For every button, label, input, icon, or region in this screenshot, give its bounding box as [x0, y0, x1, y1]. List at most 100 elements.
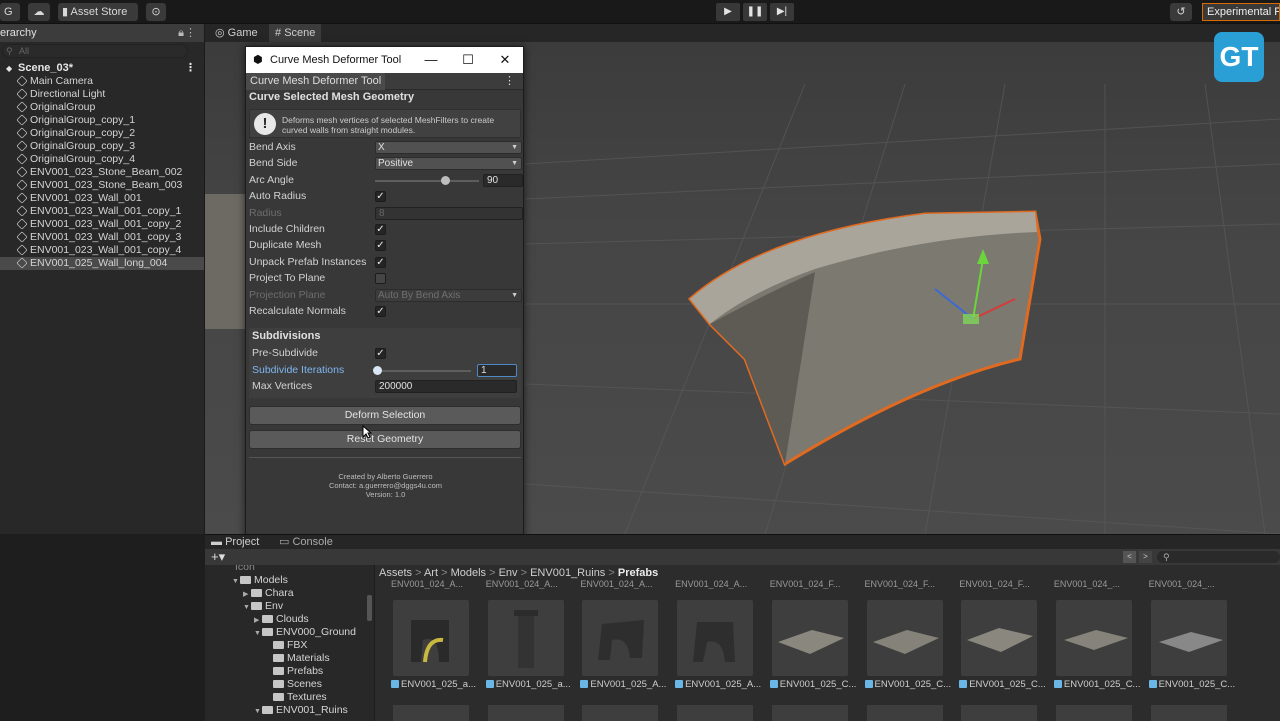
- asset-thumbnail[interactable]: [1055, 600, 1132, 676]
- include-children-checkbox[interactable]: ✓: [375, 224, 386, 235]
- more-menu-icon[interactable]: ⋮: [185, 24, 196, 42]
- breadcrumb-item[interactable]: Env: [499, 567, 518, 579]
- step-button[interactable]: ▶|: [770, 3, 794, 21]
- tab-menu-icon[interactable]: ⋮: [500, 73, 519, 90]
- recalc-normals-checkbox[interactable]: ✓: [375, 306, 386, 317]
- hierarchy-search-input[interactable]: ⚲ All: [2, 44, 188, 58]
- asset-thumbnail[interactable]: [961, 705, 1038, 721]
- breadcrumb-item[interactable]: Assets: [379, 567, 412, 579]
- tree-item[interactable]: Prefabs: [265, 665, 323, 678]
- minimize-button[interactable]: —: [412, 47, 450, 73]
- arc-angle-slider-knob[interactable]: [441, 176, 450, 185]
- tree-scrollbar[interactable]: [367, 595, 372, 621]
- radius-field[interactable]: 8: [375, 207, 523, 220]
- asset-label[interactable]: ENV001_025_a...: [485, 679, 572, 690]
- history-icon[interactable]: ↺: [1170, 3, 1192, 21]
- asset-label[interactable]: ENV001_024_F...: [959, 579, 1045, 589]
- asset-thumbnail[interactable]: [582, 705, 659, 721]
- settings-icon[interactable]: ⊙: [146, 3, 166, 21]
- arc-angle-field[interactable]: 90: [483, 174, 523, 187]
- tree-item-icon-folder[interactable]: Icon: [235, 565, 255, 574]
- tree-item[interactable]: ▼ Models: [232, 574, 288, 587]
- reset-geometry-button[interactable]: Reset Geometry: [249, 430, 521, 449]
- tab-scene[interactable]: # Scene: [269, 24, 322, 42]
- pre-subdivide-checkbox[interactable]: ✓: [375, 348, 386, 359]
- hierarchy-tab[interactable]: erarchy 🔒︎ ⋮: [0, 24, 204, 42]
- window-titlebar[interactable]: ⬢ Curve Mesh Deformer Tool — ☐ ✕: [246, 47, 523, 73]
- tab-game[interactable]: ◎ Game: [209, 24, 264, 42]
- expand-arrow-icon[interactable]: ▼: [254, 705, 262, 718]
- asset-label[interactable]: ENV001_025_C...: [769, 679, 856, 690]
- asset-label[interactable]: ENV001_025_C...: [864, 679, 951, 690]
- asset-thumbnail[interactable]: [677, 600, 754, 676]
- hierarchy-item[interactable]: OriginalGroup_copy_1: [0, 114, 204, 127]
- max-vertices-field[interactable]: 200000: [375, 380, 517, 393]
- projection-plane-dropdown[interactable]: Auto By Bend Axis ▼: [375, 289, 522, 302]
- bend-side-dropdown[interactable]: Positive ▼: [375, 157, 522, 170]
- subdivide-iterations-slider-track[interactable]: [375, 370, 471, 372]
- asset-thumbnail[interactable]: [393, 600, 469, 676]
- hierarchy-item[interactable]: ENV001_023_Wall_001_copy_2: [0, 218, 204, 231]
- tree-item[interactable]: ▼ Env: [243, 600, 283, 613]
- subdivide-iterations-field[interactable]: 1: [477, 364, 517, 377]
- asset-thumbnail[interactable]: [582, 600, 659, 676]
- asset-label[interactable]: ENV001_025_C...: [1053, 679, 1140, 690]
- asset-store-button[interactable]: ▮ Asset Store ▾: [58, 3, 138, 36]
- subdivide-iterations-slider-knob[interactable]: [373, 366, 382, 375]
- asset-thumbnail[interactable]: [393, 705, 469, 721]
- bend-axis-dropdown[interactable]: X ▼: [375, 141, 522, 154]
- scene-menu-icon[interactable]: ⋮: [185, 62, 196, 75]
- tree-item[interactable]: FBX: [265, 639, 307, 652]
- tree-item[interactable]: Scenes: [265, 678, 322, 691]
- hierarchy-item[interactable]: OriginalGroup_copy_2: [0, 127, 204, 140]
- hierarchy-item[interactable]: ENV001_023_Stone_Beam_002: [0, 166, 204, 179]
- expand-arrow-icon[interactable]: ▼: [254, 627, 262, 640]
- asset-label[interactable]: ENV001_024_A...: [391, 579, 477, 589]
- back-button[interactable]: <: [1123, 551, 1136, 563]
- asset-label[interactable]: ENV001_024_F...: [770, 579, 856, 589]
- scene-root-row[interactable]: ◆ Scene_03* ⋮: [0, 62, 204, 75]
- hierarchy-item[interactable]: ENV001_025_Wall_long_004: [0, 257, 204, 270]
- expand-arrow-icon[interactable]: ▼: [232, 575, 240, 588]
- tree-item[interactable]: ▼ ENV000_Ground: [254, 626, 356, 639]
- asset-label[interactable]: ENV001_024_A...: [675, 579, 761, 589]
- project-to-plane-checkbox[interactable]: [375, 273, 386, 284]
- asset-label[interactable]: ENV001_024_A...: [486, 579, 572, 589]
- asset-thumbnail[interactable]: [1150, 705, 1227, 721]
- tree-item[interactable]: ▶ Chara: [243, 587, 294, 600]
- lock-icon[interactable]: 🔒︎: [178, 24, 184, 42]
- asset-thumbnail[interactable]: [487, 705, 564, 721]
- asset-thumbnail[interactable]: [866, 705, 943, 721]
- unpack-prefab-checkbox[interactable]: ✓: [375, 257, 386, 268]
- tab-console[interactable]: ▭ Console: [279, 535, 333, 549]
- forward-button[interactable]: >: [1139, 551, 1152, 563]
- breadcrumb-item[interactable]: Art: [424, 567, 438, 579]
- hierarchy-item[interactable]: Main Camera: [0, 75, 204, 88]
- asset-thumbnail[interactable]: [961, 600, 1038, 676]
- asset-thumbnail[interactable]: [487, 600, 564, 676]
- asset-label[interactable]: ENV001_024_F...: [865, 579, 951, 589]
- account-dropdown[interactable]: G ▾: [0, 3, 20, 36]
- expand-arrow-icon[interactable]: ▼: [243, 601, 251, 614]
- close-button[interactable]: ✕: [486, 47, 524, 73]
- asset-thumbnail[interactable]: [1150, 600, 1227, 676]
- asset-thumbnail[interactable]: [771, 600, 848, 676]
- asset-label[interactable]: ENV001_025_a...: [391, 679, 477, 690]
- hierarchy-item[interactable]: ENV001_023_Stone_Beam_003: [0, 179, 204, 192]
- hierarchy-item[interactable]: ENV001_023_Wall_001: [0, 192, 204, 205]
- breadcrumb-item[interactable]: Prefabs: [618, 567, 658, 579]
- asset-label[interactable]: ENV001_025_C...: [1148, 679, 1235, 690]
- duplicate-mesh-checkbox[interactable]: ✓: [375, 240, 386, 251]
- tool-tab[interactable]: Curve Mesh Deformer Tool: [246, 73, 386, 90]
- asset-label[interactable]: ENV001_025_A...: [580, 679, 666, 690]
- asset-label[interactable]: ENV001_025_C...: [959, 679, 1045, 690]
- deform-selection-button[interactable]: Deform Selection: [249, 406, 521, 425]
- asset-thumbnail[interactable]: [771, 705, 848, 721]
- hierarchy-item[interactable]: ENV001_023_Wall_001_copy_1: [0, 205, 204, 218]
- asset-label[interactable]: ENV001_024_A...: [580, 579, 666, 589]
- hierarchy-item[interactable]: OriginalGroup: [0, 101, 204, 114]
- breadcrumb-item[interactable]: Models: [451, 567, 486, 579]
- maximize-button[interactable]: ☐: [449, 47, 487, 73]
- breadcrumb-item[interactable]: ENV001_Ruins: [530, 567, 605, 579]
- hierarchy-item[interactable]: ENV001_023_Wall_001_copy_3: [0, 231, 204, 244]
